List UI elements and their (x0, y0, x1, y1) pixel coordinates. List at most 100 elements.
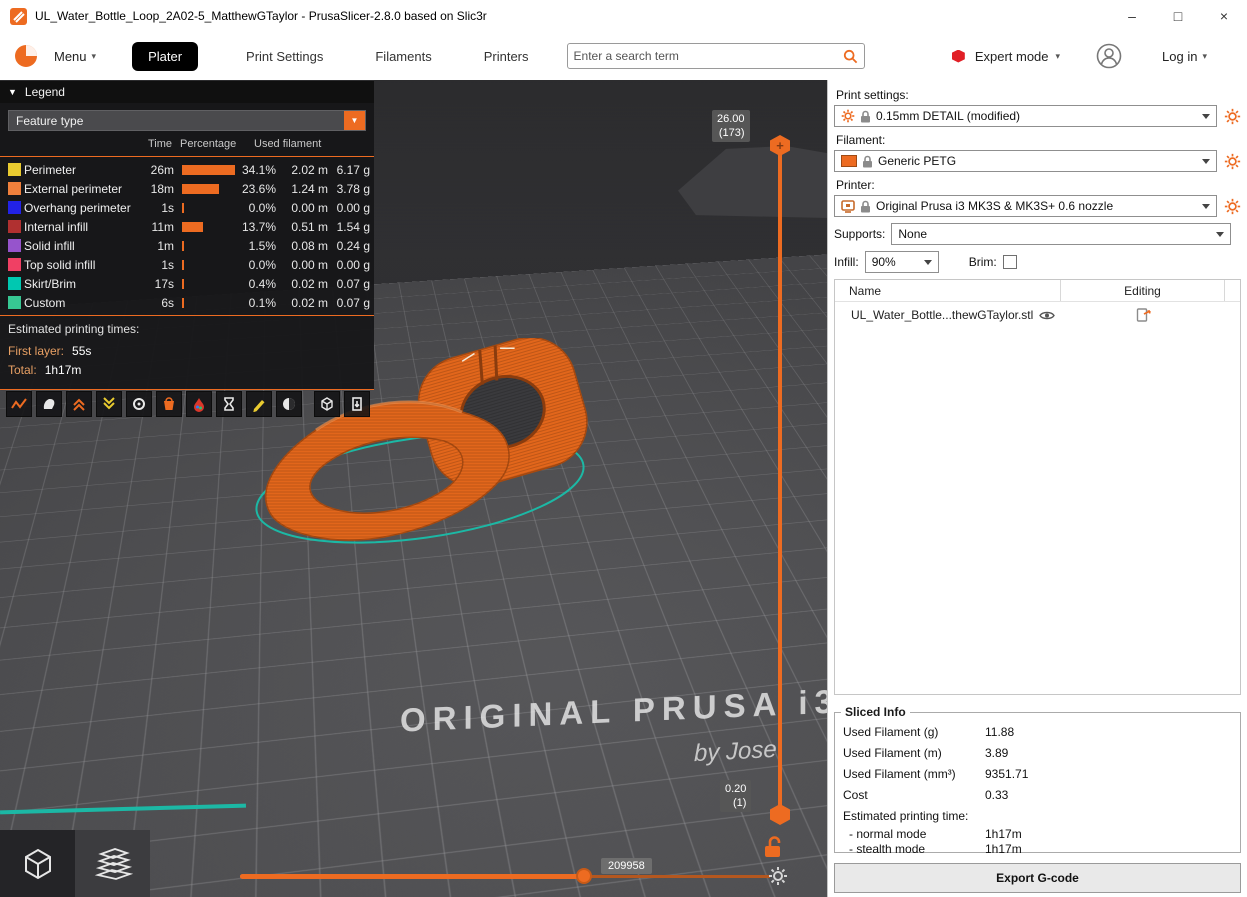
feature-color-swatch (8, 163, 21, 176)
preview-view-button[interactable] (75, 830, 150, 897)
layer-slider-bottom-tooltip: 0.20 (1) (720, 780, 751, 812)
info-value: 0.33 (985, 788, 1240, 802)
lock-icon (862, 155, 873, 168)
percentage-bar (182, 279, 184, 289)
sliced-info-row: Estimated printing time: (835, 805, 1240, 826)
sliced-info-box: Sliced Info Used Filament (g) 11.88 Used… (834, 705, 1241, 853)
move-slider-tooltip: 209958 (601, 858, 652, 874)
export-gcode-button[interactable]: Export G-code (834, 863, 1241, 893)
tab-printers[interactable]: Printers (480, 43, 533, 70)
tab-filaments[interactable]: Filaments (371, 43, 435, 70)
infill-combo[interactable]: 90% (865, 251, 939, 273)
search-box (567, 43, 865, 69)
printer-combo[interactable]: Original Prusa i3 MK3S & MK3S+ 0.6 nozzl… (834, 195, 1217, 217)
search-icon[interactable] (843, 49, 858, 64)
unlock-icon[interactable] (762, 834, 786, 860)
combo-arrow-icon (1216, 232, 1224, 237)
info-label: Used Filament (m) (843, 746, 985, 760)
feature-color-swatch (8, 201, 21, 214)
feature-weight: 1.54 g (332, 220, 374, 234)
feature-label: Custom (24, 296, 138, 310)
color-changes-icon[interactable] (186, 391, 212, 417)
feature-percent: 0.0% (236, 201, 280, 215)
object-row[interactable]: UL_Water_Bottle...thewGTaylor.stl (835, 302, 1240, 328)
legend-separator (0, 315, 374, 316)
pause-prints-icon[interactable] (216, 391, 242, 417)
filament-combo[interactable]: Generic PETG (834, 150, 1217, 172)
feature-time: 1s (138, 201, 174, 215)
chevron-down-icon: ▾ (1202, 51, 1207, 62)
feature-color-swatch (8, 258, 21, 271)
feature-weight: 0.07 g (332, 296, 374, 310)
mode-dropdown[interactable]: Expert mode ▾ (975, 49, 1060, 64)
tool-marker-icon[interactable] (314, 391, 340, 417)
login-dropdown[interactable]: Log in ▾ (1162, 49, 1207, 64)
print-settings-combo[interactable]: 0.15mm DETAIL (modified) (834, 105, 1217, 127)
3d-viewport[interactable]: ORIGINAL PRUSA i3 by Jose (0, 80, 827, 897)
supports-combo[interactable]: None (891, 223, 1231, 245)
printer-value: Original Prusa i3 MK3S & MK3S+ 0.6 nozzl… (876, 199, 1197, 213)
layer-slider-track[interactable] (778, 146, 782, 814)
tool-changes-icon[interactable] (156, 391, 182, 417)
feature-weight: 0.24 g (332, 239, 374, 253)
minimize-button[interactable]: – (1109, 0, 1155, 32)
menu-dropdown[interactable]: Menu ▾ (54, 49, 96, 64)
retractions-icon[interactable] (66, 391, 92, 417)
move-slider-handle[interactable] (576, 868, 592, 884)
feature-percent: 0.1% (236, 296, 280, 310)
brim-checkbox[interactable] (1003, 255, 1017, 269)
feature-weight: 0.00 g (332, 258, 374, 272)
editor-view-button[interactable] (0, 830, 75, 897)
info-value: 1h17m (985, 827, 1240, 841)
travels-icon[interactable] (6, 391, 32, 417)
legend-toggle-icon[interactable] (344, 391, 370, 417)
feature-label: Skirt/Brim (24, 277, 138, 291)
wipe-icon[interactable] (36, 391, 62, 417)
col-percentage: Percentage (172, 138, 246, 150)
infill-label: Infill: (834, 255, 859, 269)
feature-weight: 3.78 g (332, 182, 374, 196)
feature-weight: 0.07 g (332, 277, 374, 291)
close-button[interactable]: × (1201, 0, 1247, 32)
shells-icon[interactable] (276, 391, 302, 417)
combo-arrow-icon (1202, 114, 1210, 119)
account-icon[interactable] (1096, 43, 1122, 69)
deretractions-icon[interactable] (96, 391, 122, 417)
tab-plater[interactable]: Plater (132, 42, 198, 71)
search-input[interactable] (574, 49, 843, 63)
layer-height-value: 26.00 (717, 112, 745, 126)
settings-panel: Print settings: 0.15mm DETAIL (modified)… (827, 80, 1247, 897)
printer-gear-button[interactable] (1223, 197, 1241, 215)
sliced-info-row: - stealth mode 1h17m (835, 841, 1240, 856)
feature-color-swatch (8, 296, 21, 309)
preview-settings-gear-icon[interactable] (768, 866, 788, 886)
eye-icon[interactable] (1039, 310, 1055, 321)
feature-length: 0.00 m (280, 201, 332, 215)
dropdown-arrow-icon[interactable]: ▼ (344, 111, 365, 130)
seams-icon[interactable] (126, 391, 152, 417)
feature-time: 26m (138, 163, 174, 177)
print-settings-gear-button[interactable] (1223, 107, 1241, 125)
legend-row-top-solid-infill: Top solid infill 1s 0.0% 0.00 m 0.00 g (0, 255, 374, 274)
supports-value: None (898, 227, 1211, 241)
tab-print-settings[interactable]: Print Settings (242, 43, 327, 70)
maximize-button[interactable]: □ (1155, 0, 1201, 32)
edit-object-icon[interactable] (1136, 307, 1151, 323)
info-label: Cost (843, 788, 985, 802)
infill-value: 90% (872, 255, 919, 269)
filament-gear-button[interactable] (1223, 152, 1241, 170)
object-name: UL_Water_Bottle...thewGTaylor.stl (851, 308, 1033, 322)
feature-length: 0.00 m (280, 258, 332, 272)
feature-time: 6s (138, 296, 174, 310)
feature-label: Internal infill (24, 220, 138, 234)
custom-gcode-icon[interactable] (246, 391, 272, 417)
view-type-select[interactable]: Feature type ▼ (8, 110, 366, 131)
legend-header[interactable]: ▼ Legend (0, 81, 374, 103)
view-type-value: Feature type (9, 114, 344, 128)
collapse-triangle-icon: ▼ (8, 87, 17, 97)
times-title: Estimated printing times: (8, 322, 366, 336)
col-used-filament: Used filament (246, 138, 368, 150)
toolbar-right-cluster: Expert mode ▾ Log in ▾ (952, 43, 1233, 69)
legend-separator (0, 389, 374, 390)
mode-label: Expert mode (975, 49, 1049, 64)
